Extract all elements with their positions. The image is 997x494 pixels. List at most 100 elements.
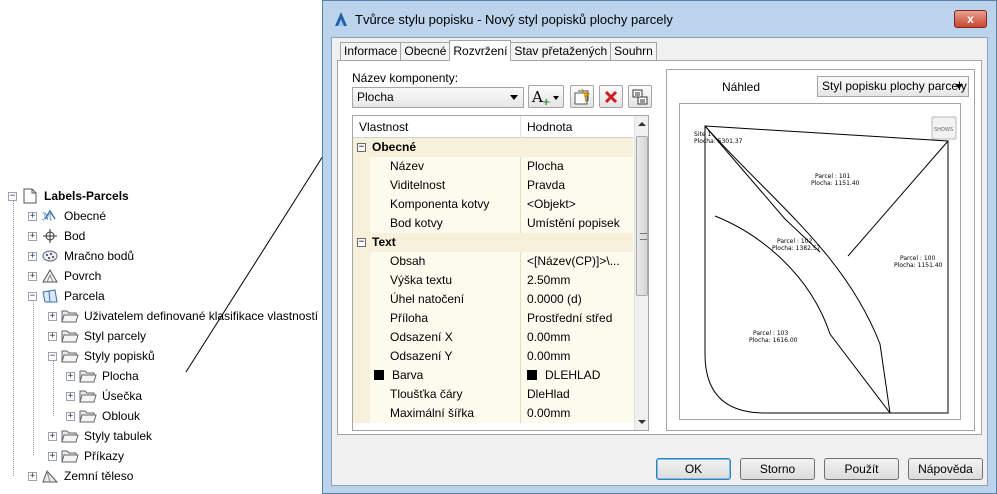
component-draw-order-button[interactable] <box>628 85 652 108</box>
preview-canvas[interactable]: SHOWS Site 1 Plocha: 5301.37 Parcel : 10… <box>679 103 961 420</box>
tree-item-surface[interactable]: + Povrch <box>28 266 101 286</box>
property-row-rotation-angle[interactable]: Úhel natočení 0.0000 (d) <box>353 290 633 309</box>
title-bar[interactable]: Tvůrce stylu popisku - Nový styl popisků… <box>323 1 996 37</box>
column-property[interactable]: Vlastnost <box>359 120 408 134</box>
tree-item-parcel-style[interactable]: + Styl parcely <box>48 326 146 346</box>
property-value[interactable]: Prostřední střed <box>521 309 633 328</box>
row-gutter <box>353 271 370 290</box>
column-value[interactable]: Hodnota <box>527 120 572 134</box>
tab-information[interactable]: Informace <box>340 42 402 61</box>
surface-icon <box>41 268 59 284</box>
scroll-thumb[interactable] <box>636 136 648 296</box>
row-gutter <box>353 176 370 195</box>
property-row-text-height[interactable]: Výška textu 2.50mm <box>353 271 633 290</box>
expand-icon[interactable]: + <box>28 271 37 281</box>
folder-icon <box>61 308 79 324</box>
tab-dragged-state[interactable]: Stav přetažených <box>510 42 612 61</box>
ok-button[interactable]: OK <box>656 458 731 480</box>
property-row-name[interactable]: Název Plocha <box>353 157 633 176</box>
property-row-color[interactable]: Barva DLEHLAD <box>353 366 633 385</box>
expand-icon[interactable]: + <box>28 251 37 261</box>
grid-header: Vlastnost Hodnota <box>353 116 633 138</box>
property-value[interactable]: Umístění popisek <box>521 214 633 233</box>
tree-item-user-classifications[interactable]: + Uživatelem definované klasifikace vlas… <box>48 306 318 326</box>
tree-item-label: Povrch <box>64 269 102 283</box>
collapse-icon[interactable]: − <box>28 291 37 301</box>
property-value[interactable]: 2.50mm <box>521 271 633 290</box>
expand-icon[interactable]: + <box>48 431 57 441</box>
tree-item-general[interactable]: + ℳ Obecné <box>28 206 106 226</box>
column-separator[interactable] <box>520 116 521 138</box>
expand-icon[interactable]: + <box>66 391 75 401</box>
property-row-visibility[interactable]: Viditelnost Pravda <box>353 176 633 195</box>
tree-item-area[interactable]: + Plocha <box>66 366 139 386</box>
delete-component-button[interactable] <box>599 85 623 108</box>
expand-icon[interactable]: + <box>48 451 57 461</box>
tab-general[interactable]: Obecné <box>400 42 451 61</box>
collapse-icon[interactable]: − <box>357 143 366 152</box>
property-name: Odsazení X <box>370 328 521 347</box>
expand-icon[interactable]: + <box>66 371 75 381</box>
property-row-x-offset[interactable]: Odsazení X 0.00mm <box>353 328 633 347</box>
property-value[interactable]: <[Název(CP)]>\... <box>521 252 633 271</box>
property-row-anchor-component[interactable]: Komponenta kotvy <Objekt> <box>353 195 633 214</box>
property-row-max-width[interactable]: Maximální šířka 0.00mm <box>353 404 633 423</box>
earthwork-icon <box>41 468 59 484</box>
color-swatch <box>527 370 537 380</box>
expand-icon[interactable]: + <box>28 211 37 221</box>
category-text[interactable]: − Text <box>353 233 633 252</box>
property-row-lineweight[interactable]: Tloušťka čáry DleHlad <box>353 385 633 404</box>
expand-icon[interactable]: + <box>28 231 37 241</box>
tab-summary[interactable]: Souhrn <box>610 42 657 61</box>
tree-item-label-styles[interactable]: − Styly popisků <box>48 346 155 366</box>
collapse-icon[interactable]: − <box>357 238 366 247</box>
property-value-with-swatch[interactable]: DLEHLAD <box>521 366 633 385</box>
collapse-icon[interactable]: − <box>8 191 17 201</box>
property-value[interactable]: 0.00mm <box>521 347 633 366</box>
general-icon: ℳ <box>41 208 59 224</box>
tree-item-point-cloud[interactable]: + Mračno bodů <box>28 246 134 266</box>
property-value[interactable]: <Objekt> <box>521 195 633 214</box>
property-value[interactable]: DleHlad <box>521 385 633 404</box>
tab-layout[interactable]: Rozvržení <box>449 40 512 61</box>
parcel-area-label: Plocha: 1382.57 <box>772 245 821 252</box>
property-row-attachment[interactable]: Příloha Prostřední střed <box>353 309 633 328</box>
cancel-button[interactable]: Storno <box>740 458 815 480</box>
property-value[interactable]: 0.0000 (d) <box>521 290 633 309</box>
property-value[interactable]: 0.00mm <box>521 404 633 423</box>
grid-scrollbar[interactable] <box>634 116 648 430</box>
property-row-y-offset[interactable]: Odsazení Y 0.00mm <box>353 347 633 366</box>
tree-item-point[interactable]: + Bod <box>28 226 85 246</box>
tree-item-commands[interactable]: + Příkazy <box>48 446 124 466</box>
expand-icon[interactable]: + <box>48 311 57 321</box>
category-general[interactable]: − Obecné <box>353 138 633 157</box>
tree-item-earthwork[interactable]: + Zemní těleso <box>28 466 133 486</box>
property-value[interactable]: Plocha <box>521 157 633 176</box>
tree-item-table-styles[interactable]: + Styly tabulek <box>48 426 152 446</box>
tree-item-parcel[interactable]: − Parcela <box>28 286 105 306</box>
expand-icon[interactable]: + <box>28 471 37 481</box>
property-value[interactable]: Pravda <box>521 176 633 195</box>
parcel-area-label: Plocha: 1616.00 <box>749 337 798 344</box>
tree-item-arc[interactable]: + Oblouk <box>66 406 140 426</box>
copy-component-button[interactable] <box>570 85 594 108</box>
chevron-down-icon <box>955 84 963 89</box>
color-swatch <box>374 370 384 380</box>
expand-icon[interactable]: + <box>66 411 75 421</box>
expand-icon[interactable]: + <box>48 331 57 341</box>
property-row-contents[interactable]: Obsah <[Název(CP)]>\... <box>353 252 633 271</box>
apply-button[interactable]: Použít <box>824 458 899 480</box>
tree-item-segment[interactable]: + Úsečka <box>66 386 142 406</box>
help-button[interactable]: Nápověda <box>908 458 983 480</box>
collapse-icon[interactable]: − <box>48 351 57 361</box>
property-value[interactable]: 0.00mm <box>521 328 633 347</box>
scroll-down-icon[interactable] <box>638 420 646 424</box>
preview-style-dropdown[interactable]: Styl popisku plochy parcely <box>817 76 969 97</box>
close-button[interactable]: x <box>954 10 987 28</box>
scroll-up-icon[interactable] <box>638 122 646 126</box>
tree-root[interactable]: − Labels-Parcels <box>8 186 129 206</box>
tree-line <box>13 200 14 476</box>
property-row-anchor-point[interactable]: Bod kotvy Umístění popisek <box>353 214 633 233</box>
create-text-component-button[interactable]: A + <box>528 85 564 108</box>
component-name-dropdown[interactable]: Plocha <box>352 87 524 108</box>
